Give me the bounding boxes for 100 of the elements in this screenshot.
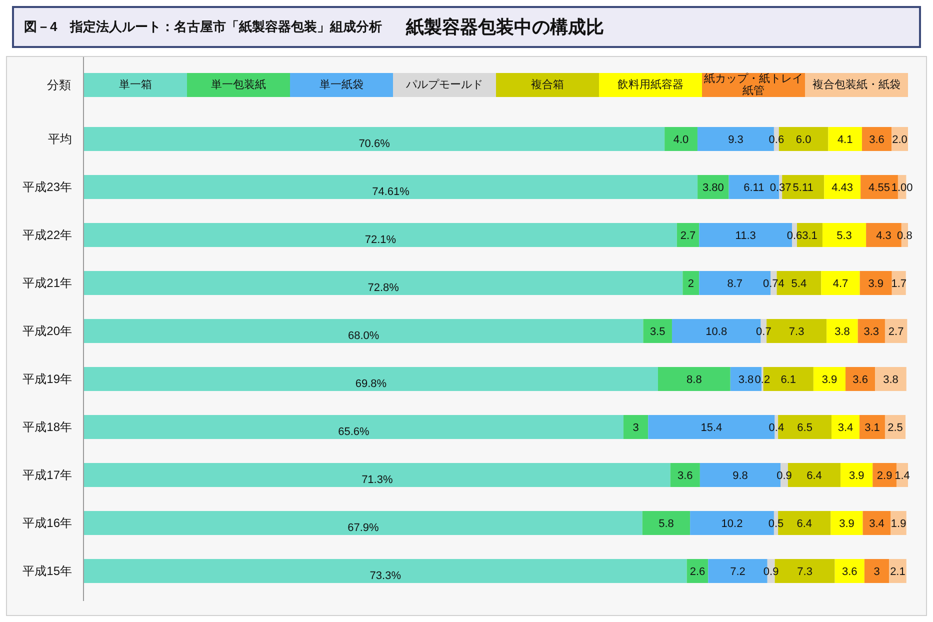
data-label: 3.5	[650, 326, 666, 338]
data-label: 6.0	[796, 134, 812, 146]
data-label: 0.7	[756, 326, 772, 338]
category-label: 平成17年	[22, 468, 72, 482]
data-label: 70.6%	[358, 138, 390, 150]
data-label: 7.3	[797, 566, 812, 578]
data-label: 65.6%	[338, 426, 370, 438]
category-label: 平成16年	[22, 516, 72, 530]
bar-segment	[821, 271, 860, 295]
legend-item: 複合包装紙・紙袋	[805, 73, 908, 97]
data-label: 4.55	[868, 182, 890, 194]
data-label: 73.3%	[370, 570, 401, 582]
data-label: 2.0	[892, 134, 908, 146]
data-label: 0.74	[763, 278, 784, 290]
data-label: 10.2	[721, 518, 743, 530]
data-label: 2.7	[888, 326, 904, 338]
category-label: 平成18年	[22, 420, 72, 434]
bar-segment	[884, 415, 906, 439]
data-label: 6.11	[744, 182, 764, 194]
data-label: 72.1%	[364, 234, 396, 246]
bar-segment	[846, 367, 876, 391]
data-label: 6.4	[796, 518, 812, 530]
data-label: 0.6	[786, 230, 802, 242]
data-label: 6.4	[806, 470, 822, 482]
data-label: 4.3	[876, 230, 892, 242]
legend-item: 複合箱	[496, 73, 599, 97]
data-label: 3.6	[852, 374, 868, 386]
data-label: 3	[874, 566, 880, 578]
bar-segment	[884, 319, 908, 343]
legend-item: 単一紙袋	[290, 73, 393, 97]
data-label: 3.9	[822, 374, 838, 386]
data-label: 3.8	[738, 374, 754, 386]
data-label: 4.7	[832, 278, 848, 290]
data-label: 9.3	[728, 134, 744, 146]
data-label: 6.1	[780, 374, 796, 386]
data-label: 3.6	[842, 566, 858, 578]
data-label: 2.9	[876, 470, 892, 482]
data-label: 7.3	[788, 326, 804, 338]
category-label: 平成21年	[22, 276, 72, 290]
data-label: 3.1	[864, 422, 880, 434]
data-label: 72.8%	[368, 282, 399, 294]
data-label: 1.4	[894, 470, 910, 482]
bar-segment	[875, 367, 906, 391]
data-label: 5.8	[658, 518, 674, 530]
data-label: 69.8%	[355, 378, 387, 390]
data-label: 3.80	[702, 182, 724, 194]
data-label: 9.8	[732, 470, 748, 482]
data-label: 71.3%	[362, 474, 393, 486]
data-label: 15.4	[700, 422, 722, 434]
category-label: 平成22年	[22, 228, 72, 242]
data-label: 0.37	[770, 182, 792, 194]
legend-item: 単一箱	[84, 73, 187, 97]
data-label: 3.8	[883, 374, 898, 386]
data-label: 11.3	[735, 230, 756, 242]
data-label: 3.1	[802, 230, 818, 242]
category-label: 平均	[48, 132, 72, 146]
data-label: 7.2	[730, 566, 746, 578]
data-label: 1.9	[890, 518, 906, 530]
data-label: 4.43	[832, 182, 854, 194]
data-label: 0.6	[768, 134, 784, 146]
data-label: 3.6	[678, 470, 693, 482]
category-label: 平成19年	[22, 372, 72, 386]
data-label: 4.0	[673, 134, 689, 146]
legend-item: パルプモールド	[393, 73, 496, 97]
data-label: 8.7	[727, 278, 743, 290]
bar-segment	[824, 175, 861, 199]
data-label: 5.11	[792, 182, 814, 194]
data-label: 3.3	[864, 326, 880, 338]
data-label: 1.00	[891, 182, 913, 194]
data-label: 2.1	[890, 566, 906, 578]
bar-segment	[858, 319, 885, 343]
data-label: 1.7	[891, 278, 907, 290]
data-label: 5.3	[836, 230, 852, 242]
data-label: 3.4	[869, 518, 884, 530]
chart-heading: 紙製容器包装中の構成比	[406, 16, 604, 38]
data-label: 2.6	[690, 566, 706, 578]
legend-title: 分類	[47, 77, 71, 94]
figure-title: 図－4 指定法人ルート：名古屋市「紙製容器包装」組成分析	[24, 18, 382, 36]
data-label: 4.1	[837, 134, 853, 146]
data-label: 74.61%	[372, 186, 410, 198]
data-label: 2.7	[680, 230, 696, 242]
data-label: 3.9	[839, 518, 854, 530]
data-label: 3.6	[869, 134, 884, 146]
data-label: 3	[632, 422, 639, 434]
bar-segment	[859, 415, 885, 439]
data-label: 3.8	[834, 326, 850, 338]
category-label: 平成23年	[22, 180, 72, 194]
data-label: 67.9%	[348, 522, 379, 534]
data-label: 0.4	[768, 422, 784, 434]
data-label: 0.2	[754, 374, 770, 386]
data-label: 3.9	[868, 278, 884, 290]
data-label: 3.4	[838, 422, 854, 434]
data-label: 68.0%	[348, 330, 380, 342]
data-label: 3.9	[848, 470, 864, 482]
data-label: 0.8	[897, 230, 912, 242]
legend-item: 単一包装紙	[187, 73, 290, 97]
data-label: 6.5	[797, 422, 812, 434]
data-label: 2	[688, 278, 694, 290]
data-label: 5.4	[791, 278, 807, 290]
legend-item: 飲料用紙容器	[599, 73, 702, 97]
